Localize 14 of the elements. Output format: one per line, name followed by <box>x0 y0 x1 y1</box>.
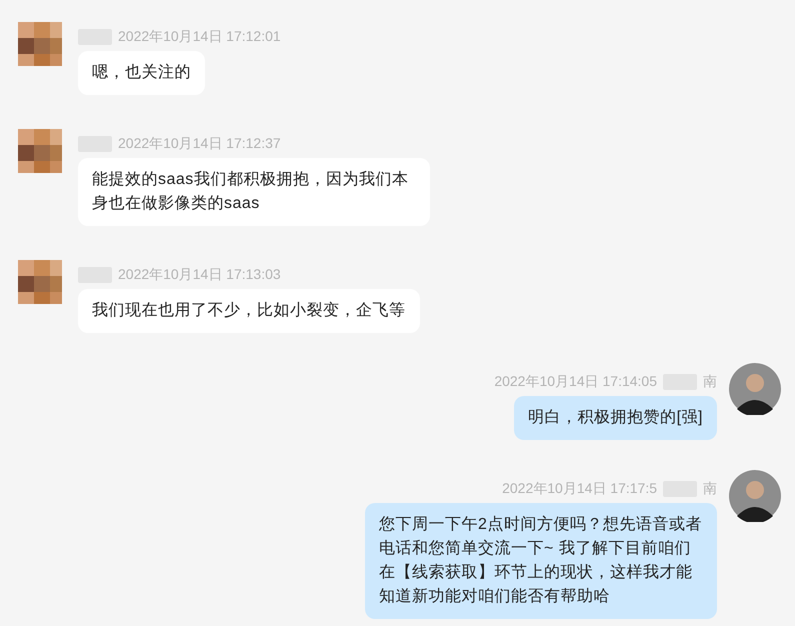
message-bubble: 嗯，也关注的 <box>78 51 205 95</box>
message-bubble: 我们现在也用了不少，比如小裂变，企飞等 <box>78 289 420 333</box>
avatar-icon <box>729 363 781 415</box>
message-bubble: 能提效的saas我们都积极拥抱，因为我们本身也在做影像类的saas <box>78 158 430 226</box>
message-bubble: 明白，积极拥抱赞的[强] <box>514 396 717 440</box>
message-time: 2022年10月14日 17:17:5 <box>502 479 657 498</box>
message-bubble: 您下周一下午2点时间方便吗？想先语音或者电话和您简单交流一下~ 我了解下目前咱们在【线索获取】环节上的现状，这样我才能知道新功能对咱们能否有帮助哈 <box>365 503 717 619</box>
sender-name: 南 <box>703 372 717 391</box>
message-time: 2022年10月14日 17:13:03 <box>118 265 281 284</box>
message-time: 2022年10月14日 17:12:37 <box>118 134 281 153</box>
message-time: 2022年10月14日 17:12:01 <box>118 27 281 46</box>
message-time: 2022年10月14日 17:14:05 <box>494 372 657 391</box>
avatar-icon <box>729 470 781 522</box>
sender-name: 南 <box>703 479 717 498</box>
